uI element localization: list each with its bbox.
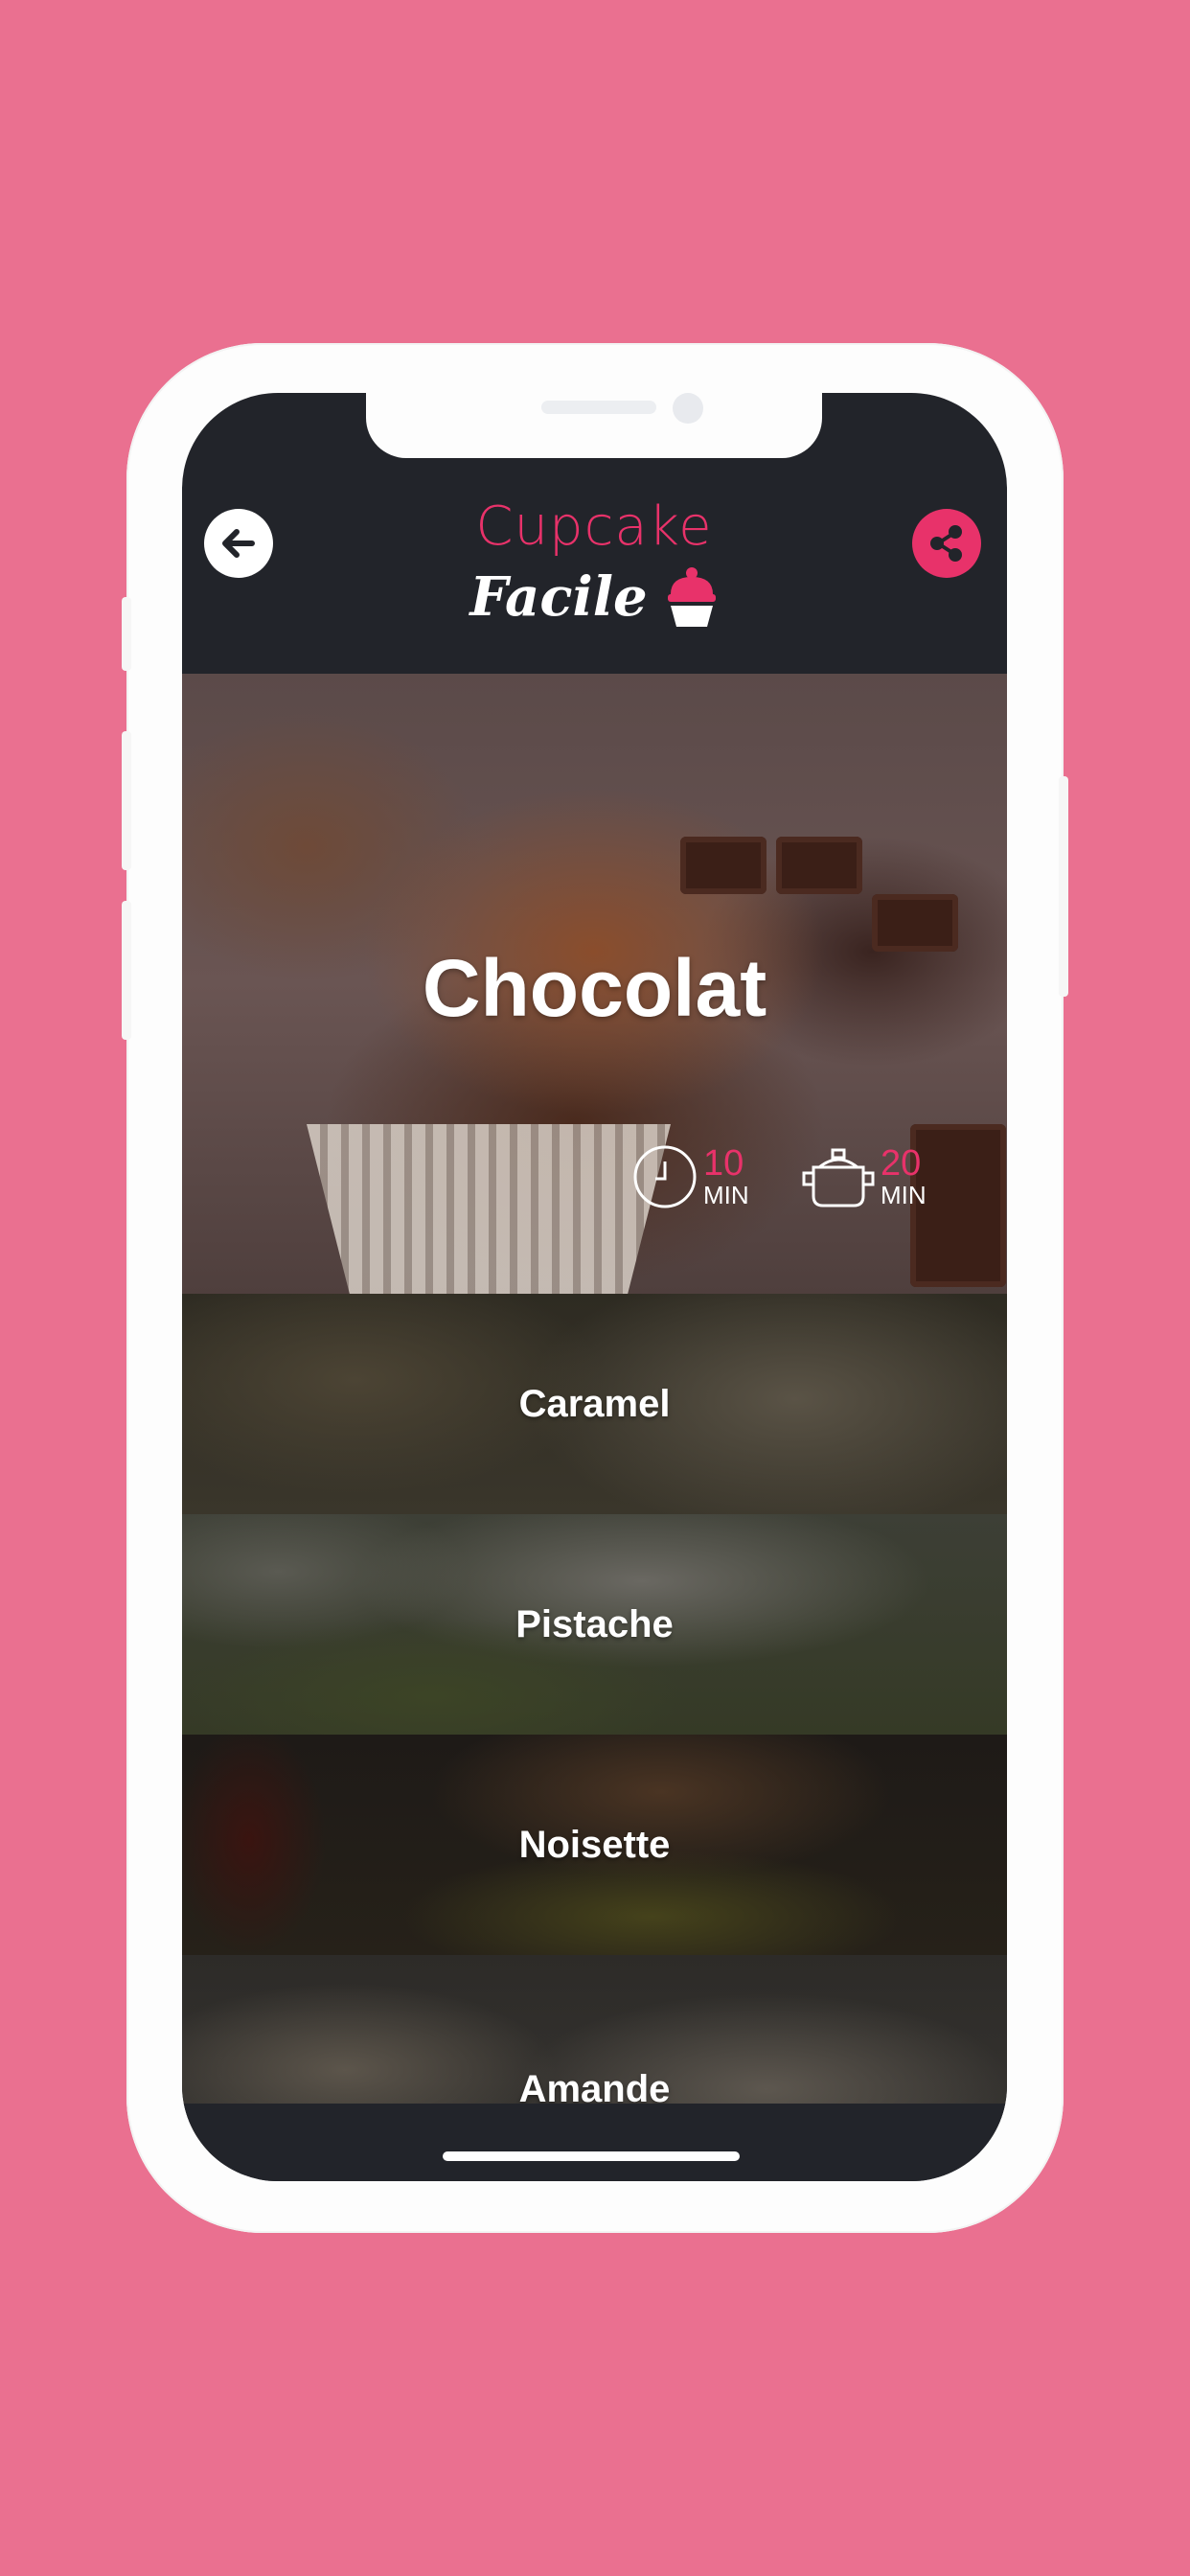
recipe-list-item-noisette[interactable]: Noisette	[182, 1735, 1007, 1955]
chocolate-piece	[680, 837, 767, 894]
cook-time: 20 MIN	[800, 1138, 927, 1215]
share-button[interactable]	[912, 509, 981, 578]
phone-volume-up	[122, 731, 131, 870]
prep-time-value: 10	[703, 1143, 744, 1184]
cook-time-value: 20	[881, 1143, 922, 1184]
clock-icon	[633, 1145, 697, 1208]
phone-mute-switch	[122, 597, 131, 671]
share-icon	[930, 525, 962, 562]
cupcake-icon	[667, 567, 716, 627]
cooking-pot-icon	[802, 1148, 875, 1208]
home-indicator[interactable]	[443, 2151, 740, 2161]
recipe-title: Chocolat	[422, 943, 767, 1033]
back-button[interactable]	[204, 509, 273, 578]
chocolate-piece	[776, 837, 862, 894]
recipe-list-item-caramel[interactable]: Caramel	[182, 1294, 1007, 1514]
app-screen: Cupcake Facile Chocolat 10 MIN 20 MIN Ca…	[182, 393, 1007, 2181]
featured-recipe-card[interactable]: Chocolat 10 MIN 20 MIN	[182, 674, 1007, 1294]
logo-subtitle: Facile	[469, 565, 648, 629]
cook-time-unit: MIN	[881, 1181, 927, 1209]
recipe-list-item-pistache[interactable]: Pistache	[182, 1514, 1007, 1735]
app-logo: Cupcake Facile	[422, 498, 767, 652]
logo-title: Cupcake	[475, 495, 713, 558]
recipe-list-label: Caramel	[518, 1382, 671, 1425]
recipe-list-label: Noisette	[518, 1823, 671, 1866]
phone-power-button	[1059, 776, 1068, 997]
arrow-left-icon	[222, 529, 255, 558]
phone-volume-down	[122, 901, 131, 1040]
prep-time: 10 MIN	[630, 1138, 749, 1215]
front-camera	[673, 393, 703, 424]
recipe-list-label: Pistache	[515, 1602, 674, 1645]
notch	[366, 393, 822, 458]
prep-time-unit: MIN	[703, 1181, 749, 1209]
speaker	[541, 401, 656, 414]
bottom-safe-area	[182, 2104, 1007, 2181]
cupcake-photo	[307, 1124, 671, 1294]
